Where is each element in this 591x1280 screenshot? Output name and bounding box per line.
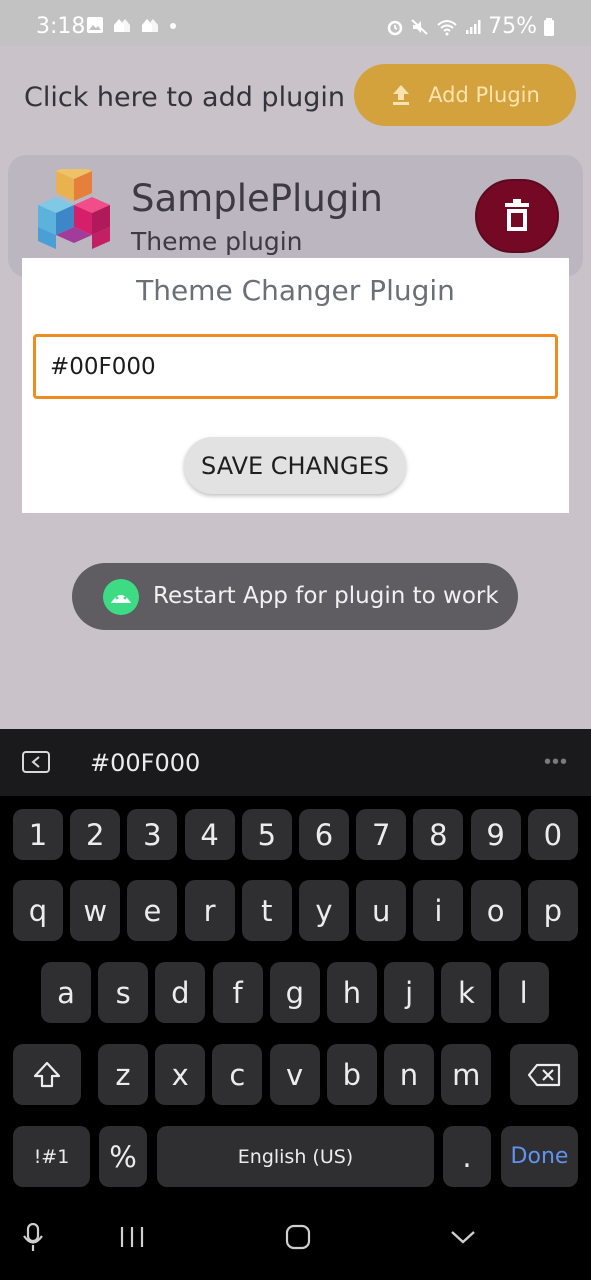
key-i[interactable]: i [413, 880, 464, 941]
wifi-icon [437, 19, 457, 35]
key-m[interactable]: m [441, 1044, 492, 1105]
plugin-logo-icon [38, 169, 110, 249]
key-s[interactable]: s [98, 962, 149, 1023]
key-c[interactable]: c [212, 1044, 263, 1105]
key-2[interactable]: 2 [70, 809, 121, 860]
key-a[interactable]: a [41, 962, 91, 1023]
toast-text: Restart App for plugin to work [153, 583, 499, 609]
status-time: 3:18 [36, 14, 86, 39]
key-u[interactable]: u [356, 880, 407, 941]
battery-percent: 75% [488, 14, 537, 39]
key-8[interactable]: 8 [413, 809, 464, 860]
delete-plugin-button[interactable] [475, 179, 559, 253]
home-button[interactable] [282, 1221, 314, 1253]
dialog-title: Theme Changer Plugin [136, 274, 455, 307]
key-l[interactable]: l [498, 962, 549, 1023]
add-plugin-button[interactable]: Add Plugin [354, 64, 576, 126]
key-h[interactable]: h [327, 962, 377, 1023]
dot-icon [170, 23, 176, 29]
done-key[interactable]: Done [501, 1126, 578, 1187]
key-j[interactable]: j [384, 962, 435, 1023]
key-w[interactable]: w [70, 880, 121, 941]
add-plugin-button-label: Add Plugin [428, 83, 540, 107]
navigation-bar [0, 1207, 591, 1280]
system-icons: 75% [386, 14, 555, 39]
key-d[interactable]: d [155, 962, 206, 1023]
key-n[interactable]: n [384, 1044, 434, 1105]
key-b[interactable]: b [326, 1044, 377, 1105]
key-k[interactable]: k [441, 962, 492, 1023]
period-key[interactable]: . [443, 1126, 491, 1187]
signal-icon [466, 19, 481, 34]
cloud-icon [142, 19, 158, 32]
keyboard-collapse-button[interactable] [22, 751, 50, 773]
key-p[interactable]: p [527, 880, 578, 941]
backspace-icon [527, 1063, 561, 1086]
notification-icons [86, 16, 178, 34]
keyboard-suggestion[interactable]: #00F000 [90, 749, 200, 777]
trash-icon [505, 199, 529, 231]
alarm-icon [387, 20, 403, 35]
android-icon [103, 579, 139, 615]
key-6[interactable]: 6 [299, 809, 349, 860]
key-x[interactable]: x [155, 1044, 206, 1105]
key-t[interactable]: t [241, 880, 292, 941]
plugin-type: Theme plugin [131, 227, 303, 256]
key-4[interactable]: 4 [184, 809, 235, 860]
keyboard-toolbar: #00F000 ••• [0, 729, 591, 796]
key-7[interactable]: 7 [356, 809, 407, 860]
soft-keyboard: #00F000 ••• 1234567890 qwertyuiop asdfghjk… [0, 729, 591, 1280]
mic-icon[interactable] [18, 1221, 48, 1255]
key-9[interactable]: 9 [470, 809, 521, 860]
key-v[interactable]: v [269, 1044, 320, 1105]
status-bar: 3:18 75% [0, 0, 591, 46]
space-key[interactable]: English (US) [157, 1126, 434, 1187]
mute-icon [411, 18, 428, 35]
shift-icon [33, 1061, 61, 1087]
backspace-key[interactable] [510, 1044, 578, 1105]
upload-icon [393, 85, 410, 105]
chevron-left-icon [31, 756, 40, 768]
key-e[interactable]: e [127, 880, 178, 941]
key-r[interactable]: r [184, 880, 235, 941]
save-changes-button[interactable]: SAVE CHANGES [184, 437, 406, 494]
plugin-name: SamplePlugin [131, 177, 383, 220]
key-y[interactable]: y [299, 880, 349, 941]
cloud-icon [114, 19, 130, 32]
key-0[interactable]: 0 [527, 809, 578, 860]
key-g[interactable]: g [269, 962, 320, 1023]
key-f[interactable]: f [212, 962, 263, 1023]
key-5[interactable]: 5 [241, 809, 292, 860]
color-input[interactable] [33, 334, 558, 399]
key-1[interactable]: 1 [13, 809, 63, 860]
percent-key[interactable]: % [99, 1126, 147, 1187]
battery-icon [544, 17, 554, 36]
symbols-key[interactable]: !#1 [13, 1126, 90, 1187]
key-q[interactable]: q [13, 880, 63, 941]
shift-key[interactable] [13, 1044, 81, 1105]
image-icon [87, 17, 103, 33]
add-plugin-hint: Click here to add plugin [24, 82, 345, 113]
toast-message: Restart App for plugin to work [72, 563, 518, 630]
recent-apps-button[interactable] [116, 1221, 148, 1253]
more-options-icon[interactable]: ••• [544, 751, 568, 774]
key-o[interactable]: o [470, 880, 521, 941]
theme-changer-dialog: Theme Changer Plugin SAVE CHANGES [22, 258, 569, 513]
key-z[interactable]: z [98, 1044, 148, 1105]
key-3[interactable]: 3 [127, 809, 178, 860]
hide-keyboard-button[interactable] [446, 1221, 480, 1253]
